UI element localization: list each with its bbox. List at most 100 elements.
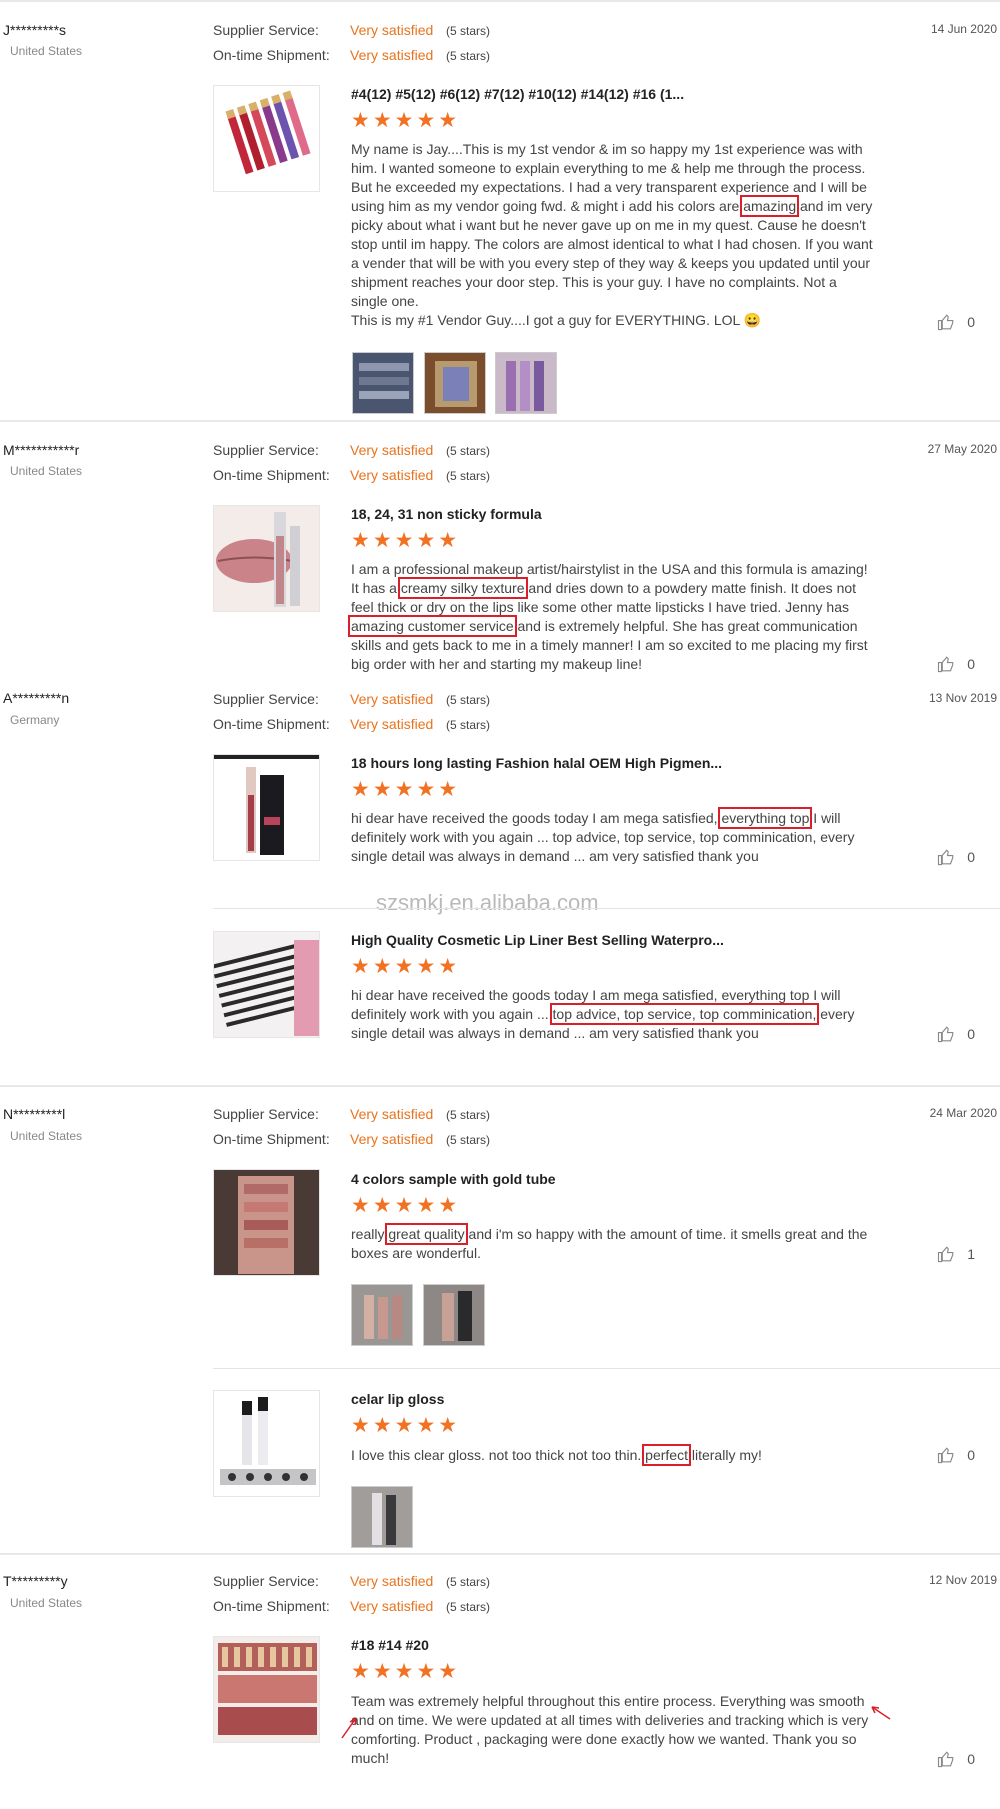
ontime-shipment-label: On-time Shipment: bbox=[213, 467, 330, 483]
rating-stars: ★★★★★ bbox=[351, 955, 461, 978]
supplier-service-stars: (5 stars) bbox=[446, 1575, 491, 1589]
review-photo[interactable] bbox=[495, 352, 557, 414]
buyer-country: Germany bbox=[10, 713, 60, 727]
product-title[interactable]: 18, 24, 31 non sticky formula bbox=[351, 506, 542, 522]
like-count: 1 bbox=[967, 1246, 975, 1262]
like-count: 0 bbox=[967, 1751, 975, 1767]
review-text: really great quality and i'm so happy wi… bbox=[351, 1223, 868, 1261]
review-text: hi dear have received the goods today I … bbox=[351, 807, 855, 864]
review-photo[interactable] bbox=[423, 1284, 485, 1346]
rating-stars: ★★★★★ bbox=[351, 109, 461, 132]
highlight-box: amazing customer service bbox=[348, 615, 517, 637]
rating-stars: ★★★★★ bbox=[351, 529, 461, 552]
product-title[interactable]: celar lip gloss bbox=[351, 1391, 444, 1407]
review-date: 24 Mar 2020 bbox=[929, 1106, 997, 1120]
product-title[interactable]: 18 hours long lasting Fashion halal OEM … bbox=[351, 755, 722, 771]
like-button[interactable]: 0 bbox=[937, 1025, 975, 1043]
product-thumbnail[interactable] bbox=[213, 85, 320, 192]
review-date: 13 Nov 2019 bbox=[928, 691, 997, 705]
review-photo[interactable] bbox=[351, 1486, 413, 1548]
like-button[interactable]: 0 bbox=[937, 313, 975, 331]
like-count: 0 bbox=[967, 849, 975, 865]
thumbs-up-icon bbox=[938, 1751, 954, 1768]
buyer-name: T*********y bbox=[3, 1573, 68, 1589]
like-button[interactable]: 0 bbox=[937, 655, 975, 673]
like-button[interactable]: 0 bbox=[937, 848, 975, 866]
supplier-service-label: Supplier Service: bbox=[213, 1106, 319, 1122]
thumbs-up-icon bbox=[938, 314, 954, 331]
ontime-shipment-label: On-time Shipment: bbox=[213, 1131, 330, 1147]
buyer-country: United States bbox=[10, 464, 83, 478]
product-thumbnail[interactable] bbox=[213, 931, 320, 1038]
arrow-annotation bbox=[341, 1717, 357, 1739]
buyer-name: N*********l bbox=[3, 1106, 66, 1122]
review-date: 14 Jun 2020 bbox=[930, 22, 997, 36]
review-photo[interactable] bbox=[351, 1284, 413, 1346]
like-count: 0 bbox=[967, 656, 975, 672]
ontime-shipment-stars: (5 stars) bbox=[446, 469, 491, 483]
buyer-country: United States bbox=[10, 1596, 83, 1610]
product-title[interactable]: 4 colors sample with gold tube bbox=[351, 1171, 556, 1187]
ontime-shipment-stars: (5 stars) bbox=[446, 718, 491, 732]
rating-stars: ★★★★★ bbox=[351, 778, 461, 801]
ontime-shipment-rating: Very satisfied bbox=[350, 1598, 434, 1614]
highlight-box: creamy silky texture bbox=[397, 577, 528, 599]
buyer-name: J*********s bbox=[3, 22, 67, 38]
buyer-name: M***********r bbox=[3, 442, 80, 458]
rating-stars: ★★★★★ bbox=[351, 1194, 461, 1217]
product-title[interactable]: #18 #14 #20 bbox=[351, 1637, 429, 1653]
review-photo[interactable] bbox=[352, 352, 414, 414]
ontime-shipment-rating: Very satisfied bbox=[350, 1131, 434, 1147]
arrow-annotation bbox=[871, 1706, 891, 1720]
item-divider bbox=[213, 908, 1000, 909]
rating-stars: ★★★★★ bbox=[351, 1660, 461, 1683]
product-title[interactable]: #4(12) #5(12) #6(12) #7(12) #10(12) #14(… bbox=[351, 86, 684, 102]
product-thumbnail[interactable] bbox=[213, 505, 320, 612]
supplier-service-stars: (5 stars) bbox=[446, 444, 491, 458]
product-thumbnail[interactable] bbox=[213, 1636, 320, 1743]
like-button[interactable]: 0 bbox=[937, 1446, 975, 1464]
review-card bbox=[0, 1085, 1000, 1555]
buyer-country: United States bbox=[10, 1129, 83, 1143]
ontime-shipment-rating: Very satisfied bbox=[350, 716, 434, 732]
highlight-box: top advice, top service, top comminicati… bbox=[549, 1003, 820, 1025]
ontime-shipment-rating: Very satisfied bbox=[350, 47, 434, 63]
highlight-box: amazing bbox=[740, 195, 800, 217]
supplier-service-label: Supplier Service: bbox=[213, 1573, 319, 1589]
thumbs-up-icon bbox=[938, 849, 954, 866]
review-date: 12 Nov 2019 bbox=[928, 1573, 997, 1587]
ontime-shipment-rating: Very satisfied bbox=[350, 467, 434, 483]
review-card bbox=[0, 1553, 1000, 1809]
ontime-shipment-label: On-time Shipment: bbox=[213, 1598, 330, 1614]
supplier-service-rating: Very satisfied bbox=[350, 1573, 434, 1589]
product-title[interactable]: High Quality Cosmetic Lip Liner Best Sel… bbox=[351, 932, 724, 948]
supplier-service-stars: (5 stars) bbox=[446, 693, 491, 707]
thumbs-up-icon bbox=[938, 1447, 954, 1464]
like-count: 0 bbox=[967, 314, 975, 330]
like-button[interactable]: 1 bbox=[937, 1245, 975, 1263]
ontime-shipment-stars: (5 stars) bbox=[446, 1600, 491, 1614]
highlight-box: everything top bbox=[718, 807, 813, 829]
product-thumbnail[interactable] bbox=[213, 754, 320, 861]
highlight-box: great quality bbox=[385, 1223, 468, 1245]
supplier-service-rating: Very satisfied bbox=[350, 22, 434, 38]
supplier-service-label: Supplier Service: bbox=[213, 442, 319, 458]
thumbs-up-icon bbox=[938, 1026, 954, 1043]
like-count: 0 bbox=[967, 1447, 975, 1463]
review-photo[interactable] bbox=[424, 352, 486, 414]
like-button[interactable]: 0 bbox=[937, 1750, 975, 1768]
supplier-service-stars: (5 stars) bbox=[446, 24, 491, 38]
ontime-shipment-label: On-time Shipment: bbox=[213, 716, 330, 732]
product-thumbnail[interactable] bbox=[213, 1169, 320, 1276]
review-date: 27 May 2020 bbox=[927, 442, 997, 456]
supplier-service-rating: Very satisfied bbox=[350, 442, 434, 458]
supplier-service-label: Supplier Service: bbox=[213, 22, 319, 38]
like-count: 0 bbox=[967, 1026, 975, 1042]
product-thumbnail[interactable] bbox=[213, 1390, 320, 1497]
supplier-service-rating: Very satisfied bbox=[350, 691, 434, 707]
supplier-service-rating: Very satisfied bbox=[350, 1106, 434, 1122]
thumbs-up-icon bbox=[938, 1246, 954, 1263]
ontime-shipment-stars: (5 stars) bbox=[446, 49, 491, 63]
buyer-country: United States bbox=[10, 44, 83, 58]
review-text: My name is Jay....This is my 1st vendor … bbox=[351, 141, 873, 328]
